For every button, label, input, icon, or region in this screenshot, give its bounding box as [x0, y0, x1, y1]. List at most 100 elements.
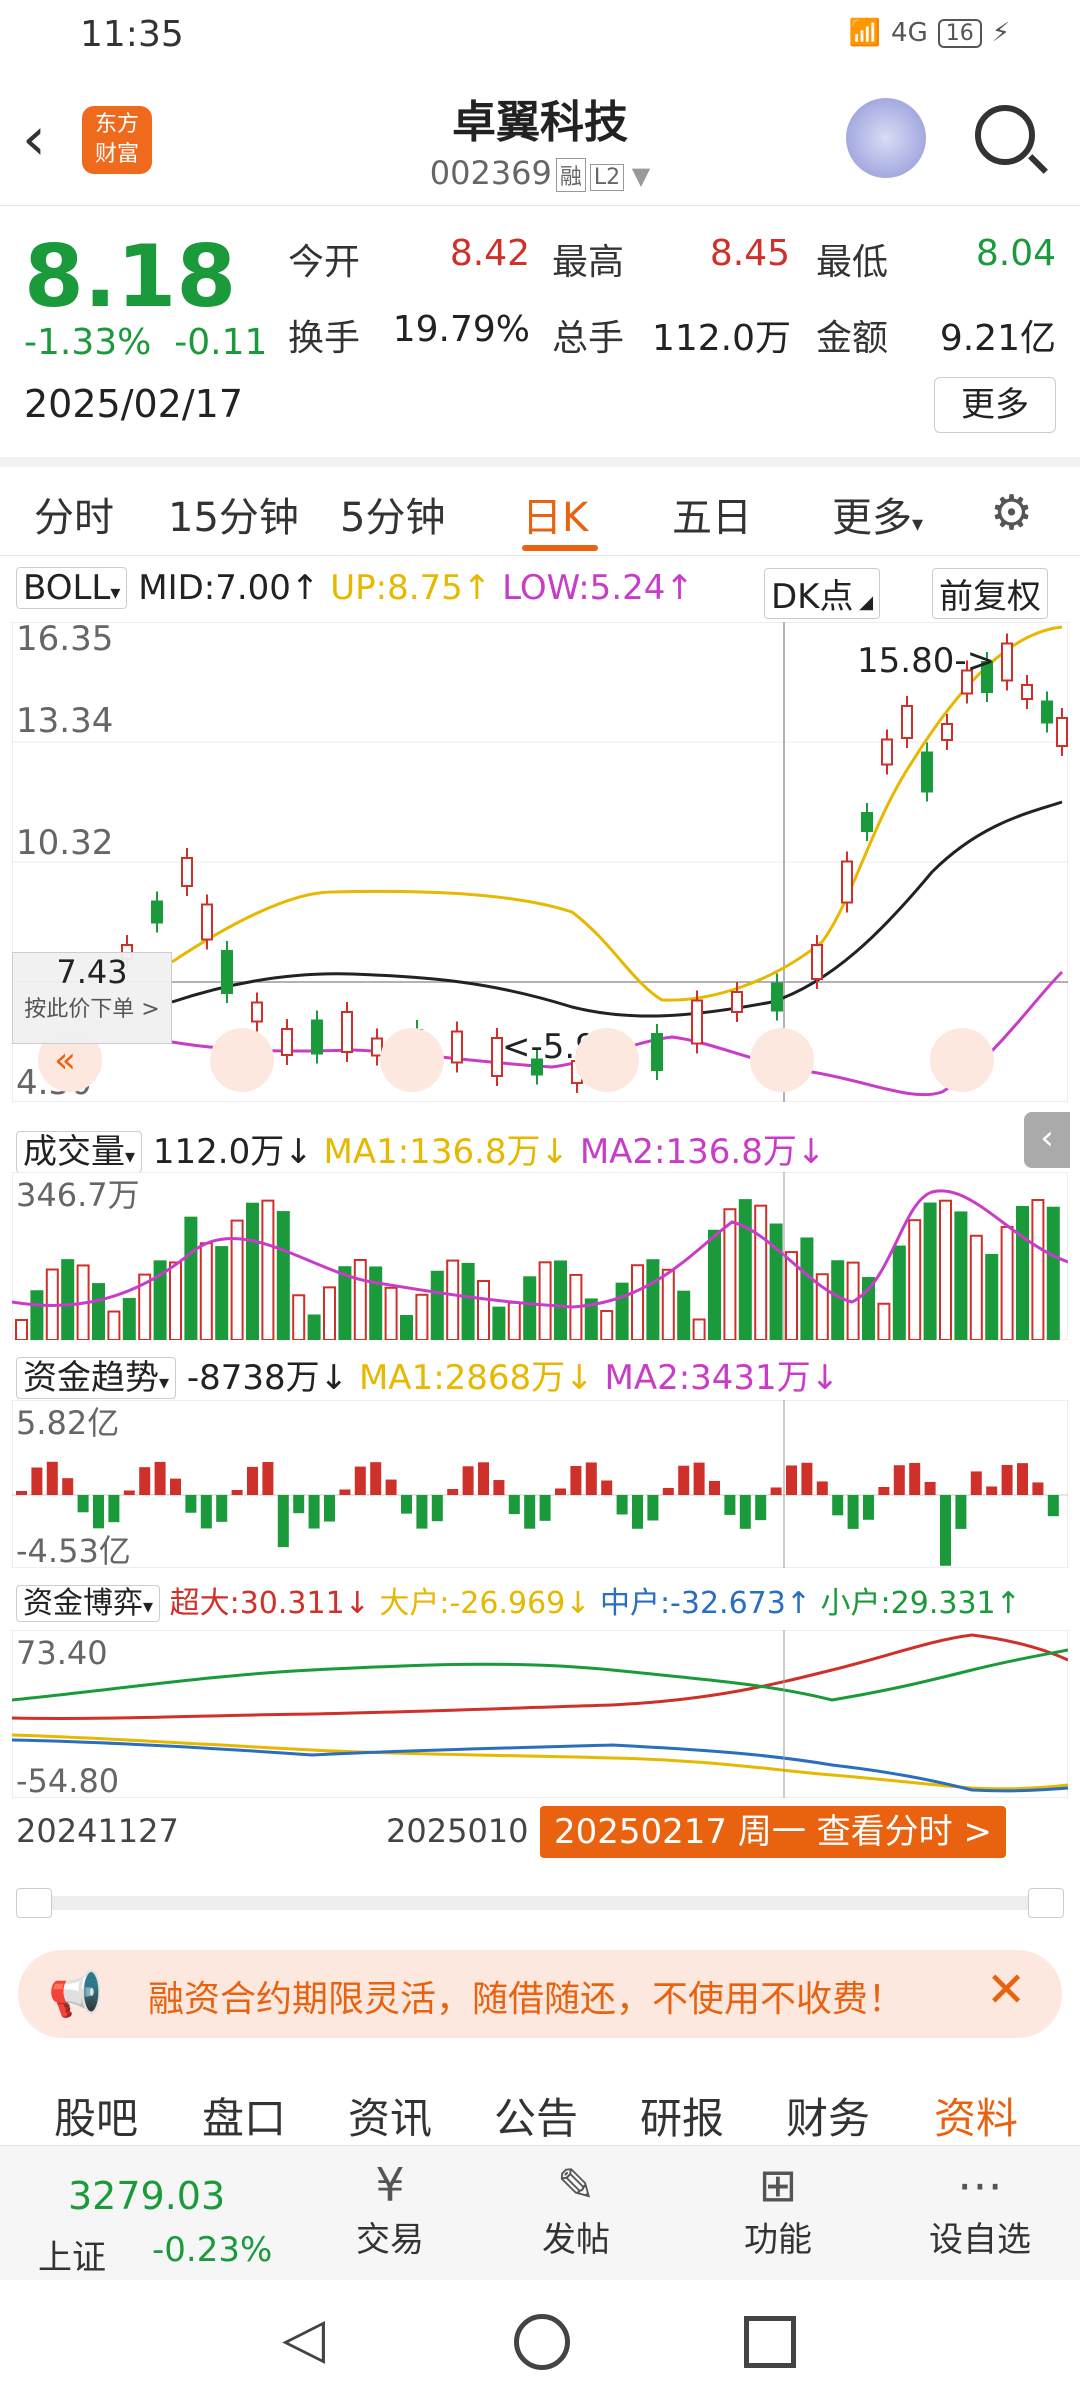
fund-trend-bar [678, 1465, 690, 1495]
volume-chart[interactable]: 346.7万 [12, 1172, 1068, 1340]
volume-bar [369, 1266, 383, 1340]
fund-trend-bar [231, 1489, 243, 1495]
volume-bar [292, 1294, 306, 1340]
fund-trend-bar [616, 1495, 628, 1515]
chart-scrollbar[interactable] [16, 1888, 1064, 1918]
volume-bar [939, 1199, 952, 1340]
fund-trend-bar [601, 1480, 613, 1495]
tab-forum[interactable]: 股吧 [54, 2085, 138, 2146]
scroll-handle-right[interactable] [1028, 1888, 1064, 1918]
volume-bar [107, 1310, 121, 1340]
tab-announcements[interactable]: 公告 [494, 2085, 578, 2146]
period-tabs: 分时 15分钟 5分钟 日K 五日 更多▾ ⚙ [0, 467, 1080, 556]
volume-bar [492, 1306, 506, 1340]
promo-banner[interactable]: 📢 融资合约期限灵活，随借随还，不使用不收费！ ✕ [18, 1950, 1062, 2038]
nav-add-watchlist[interactable]: ⋯ 设自选 [910, 2158, 1050, 2261]
volume-bar [969, 1234, 983, 1340]
status-time: 11:35 [80, 14, 184, 55]
fund-trend-bar [585, 1462, 597, 1495]
tab-five-day[interactable]: 五日 [672, 485, 752, 543]
fuquan-button[interactable]: 前复权 [932, 568, 1048, 619]
close-icon[interactable]: ✕ [986, 1962, 1026, 2018]
system-home-icon[interactable] [514, 2314, 570, 2370]
caret-down-icon: ▾ [110, 580, 121, 604]
more-quote-button[interactable]: 更多 [934, 377, 1056, 433]
fund-game-chart[interactable]: 73.40 -54.80 [12, 1630, 1068, 1798]
zoom-in-button[interactable] [380, 1028, 444, 1092]
fund-trend-axis-bottom: -4.53亿 [16, 1532, 131, 1568]
tab-finance[interactable]: 财务 [786, 2085, 870, 2146]
view-intraday-tooltip[interactable]: 20250217 周一 查看分时 > [540, 1806, 1006, 1858]
side-panel-toggle[interactable]: ‹ [1024, 1112, 1070, 1168]
tab-order-book[interactable]: 盘口 [202, 2085, 286, 2146]
tab-15min[interactable]: 15分钟 [168, 485, 299, 543]
fund-trend-bar [108, 1495, 120, 1523]
fund-trend-selector[interactable]: 资金趋势▾ [16, 1357, 177, 1399]
tab-more[interactable]: 更多▾ [832, 485, 923, 543]
index-value: 3279.03 [68, 2174, 226, 2218]
open-value: 8.42 [449, 233, 530, 274]
step-right-button[interactable] [750, 1028, 814, 1092]
tab-profile[interactable]: 资料 [934, 2085, 1018, 2146]
index-ticker[interactable]: 3279.03 上证 -0.23% [0, 2146, 280, 2281]
volume-bar [600, 1310, 614, 1340]
tab-intraday[interactable]: 分时 [34, 485, 114, 543]
volume-bar [477, 1279, 490, 1340]
fund-trend-bar [739, 1495, 751, 1529]
volume-bar [692, 1318, 706, 1340]
system-recents-icon[interactable] [744, 2316, 796, 2368]
fund-big: 大户:-26.969↓ [379, 1586, 591, 1621]
volume-bar [631, 1264, 644, 1340]
system-nav-bar: ◁ [0, 2280, 1080, 2400]
robot-assistant-icon[interactable] [846, 98, 926, 178]
tab-5min[interactable]: 5分钟 [340, 485, 445, 543]
nav-post[interactable]: ✎ 发帖 [516, 2158, 636, 2261]
volume-bar [384, 1286, 398, 1340]
price-change: -1.33% -0.11 [24, 322, 267, 363]
search-icon[interactable] [975, 105, 1035, 165]
system-back-icon[interactable]: ◁ [282, 2306, 325, 2371]
step-left-button[interactable] [575, 1028, 639, 1092]
volume-bar [169, 1261, 182, 1340]
volume-selector[interactable]: 成交量▾ [16, 1131, 143, 1173]
volume-bar [415, 1293, 429, 1340]
tab-daily-k[interactable]: 日K [522, 485, 588, 543]
gear-icon[interactable]: ⚙ [990, 485, 1033, 541]
candle [221, 941, 233, 1003]
fund-trend-bar [647, 1495, 659, 1521]
fund-trend-bar [216, 1495, 228, 1522]
volume-bar [892, 1245, 906, 1340]
volume-bar [246, 1202, 259, 1340]
fund-trend-bar [801, 1462, 813, 1495]
quote-date: 2025/02/17 [24, 382, 244, 426]
dropdown-icon: ▼ [624, 162, 651, 190]
boll-selector[interactable]: BOLL▾ [16, 567, 128, 609]
crosshair-price-box[interactable]: 7.43 按此价下单 > [12, 952, 172, 1044]
fund-trend-bar [893, 1465, 905, 1495]
scroll-handle-left[interactable] [16, 1888, 52, 1918]
dk-label: DK点 [771, 577, 854, 617]
nav-trade[interactable]: ¥ 交易 [330, 2158, 450, 2261]
fund-trend-bar [478, 1462, 489, 1495]
fund-trend-bar [447, 1488, 459, 1495]
fund-game-row: 资金博弈▾ 超大:30.311↓ 大户:-26.969↓ 中户:-32.673↑… [16, 1578, 1021, 1622]
open-label: 今开 [288, 242, 361, 283]
caret-icon: ◢ [853, 592, 874, 613]
nav-functions[interactable]: ⊞ 功能 [718, 2158, 838, 2261]
fund-trend-bar [970, 1471, 982, 1495]
turnover-value: 19.79% [392, 309, 530, 350]
zoom-out-button[interactable] [210, 1028, 274, 1092]
candle [841, 851, 853, 913]
charging-icon: ⚡ [991, 18, 1010, 48]
fund-game-selector[interactable]: 资金博弈▾ [16, 1585, 161, 1622]
dk-point-button[interactable]: DK点 ◢ [764, 568, 881, 619]
fund-game-axis-bottom: -54.80 [16, 1762, 119, 1798]
fund-trend-chart[interactable]: 5.82亿 -4.53亿 [12, 1400, 1068, 1568]
tab-news[interactable]: 资讯 [348, 2085, 432, 2146]
tab-research[interactable]: 研报 [640, 2085, 724, 2146]
volume-bar [446, 1259, 460, 1340]
fund-trend-bar [1017, 1463, 1028, 1495]
fullscreen-button[interactable] [930, 1028, 994, 1092]
fund-trend-bar [462, 1466, 474, 1495]
fund-trend-bar [662, 1487, 674, 1495]
